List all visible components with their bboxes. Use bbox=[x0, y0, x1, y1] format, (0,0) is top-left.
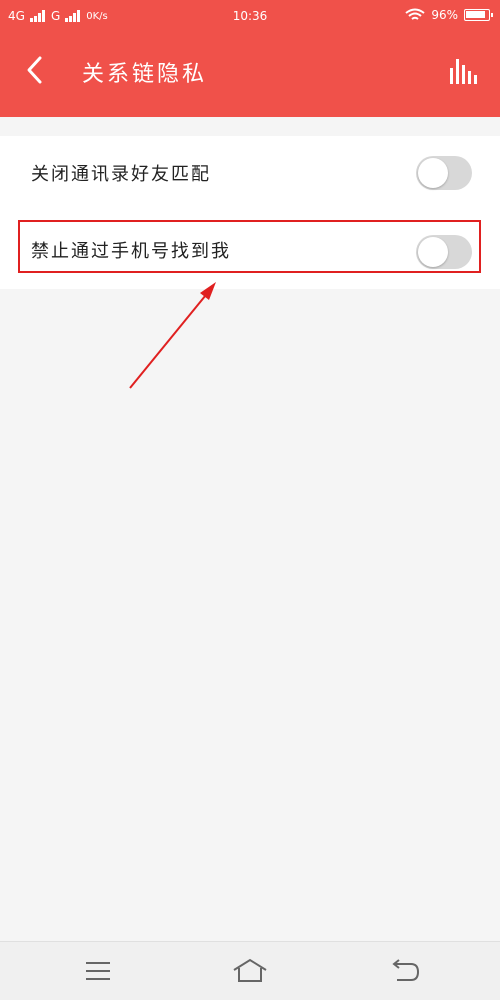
battery-icon bbox=[464, 9, 493, 21]
bar-chart-icon[interactable] bbox=[448, 56, 478, 86]
home-icon[interactable] bbox=[230, 956, 270, 986]
battery-percent: 96% bbox=[431, 8, 458, 22]
page-title: 关系链隐私 bbox=[82, 62, 208, 87]
setting-label: 禁止通过手机号找到我 bbox=[31, 241, 231, 262]
toggle-knob bbox=[418, 158, 448, 188]
privacy-settings-list: 关闭通讯录好友匹配 禁止通过手机号找到我 bbox=[0, 136, 500, 289]
status-bar: 4G G 0K/s 10:36 96% bbox=[0, 0, 500, 34]
wifi-icon bbox=[405, 8, 425, 20]
title-bar: 关系链隐私 bbox=[0, 34, 500, 117]
battery-level bbox=[466, 11, 485, 18]
contacts-match-toggle[interactable] bbox=[416, 156, 472, 190]
setting-row-phone-search[interactable]: 禁止通过手机号找到我 bbox=[0, 213, 500, 289]
phone-search-toggle[interactable] bbox=[416, 235, 472, 269]
setting-label: 关闭通讯录好友匹配 bbox=[31, 164, 211, 185]
setting-row-contacts-match[interactable]: 关闭通讯录好友匹配 bbox=[0, 136, 500, 212]
app-header: 4G G 0K/s 10:36 96% 关系链隐私 bbox=[0, 0, 500, 117]
menu-icon[interactable] bbox=[78, 956, 118, 986]
toggle-knob bbox=[418, 237, 448, 267]
system-nav-bar bbox=[0, 941, 500, 1000]
back-icon[interactable] bbox=[385, 956, 425, 986]
status-right: 96% bbox=[405, 8, 493, 22]
back-chevron-icon[interactable] bbox=[20, 54, 52, 86]
